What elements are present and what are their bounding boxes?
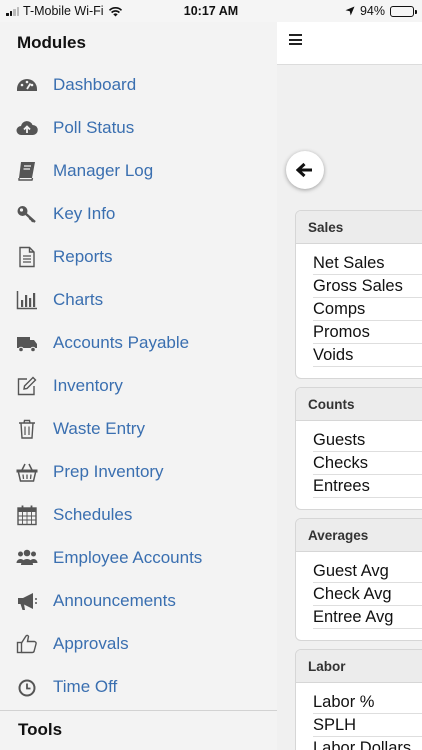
sidebar-item-poll-status[interactable]: Poll Status [0,108,277,148]
book-icon [18,162,35,181]
sidebar-item-dashboard[interactable]: Dashboard [0,65,277,105]
sidebar-item-label: Dashboard [53,75,137,94]
users-icon [16,549,38,565]
battery-icon [390,5,417,17]
calendar-icon [17,505,37,526]
hamburger-menu-icon[interactable] [289,34,302,45]
location-arrow-icon [345,6,355,16]
sidebar-item-label: Key Info [53,204,116,223]
card-row[interactable]: Guest Avg [313,560,422,583]
sidebar-item-label: Reports [53,247,113,266]
basket-icon [16,463,38,482]
sidebar-item-announcements[interactable]: Announcements [0,581,277,621]
sidebar-item-label: Employee Accounts [53,548,203,567]
sidebar-title: Modules [17,33,86,52]
card-row[interactable]: Check Avg [313,583,422,606]
top-bar [277,22,422,65]
sidebar-item-accounts-payable[interactable]: Accounts Payable [0,323,277,363]
sidebar-item-label: Charts [53,290,104,309]
sidebar-item-key-info[interactable]: Key Info [0,194,277,234]
card-row[interactable]: Labor Dollars [313,737,422,750]
document-icon [19,246,35,268]
card-header: Labor [296,650,422,683]
card-row[interactable]: Promos [313,321,422,344]
card-row[interactable]: Guests [313,429,422,452]
card-row[interactable]: Entrees [313,475,422,498]
clock-icon [18,679,36,697]
sidebar-item-label: Schedules [53,505,133,524]
card-row[interactable]: Entree Avg [313,606,422,629]
back-button[interactable] [286,151,324,189]
sidebar-item-reports[interactable]: Reports [0,237,277,277]
counts-card: Counts Guests Checks Entrees [295,387,422,510]
sales-card: Sales Net Sales Gross Sales Comps Promos… [295,210,422,379]
sidebar-item-inventory[interactable]: Inventory [0,366,277,406]
sidebar-item-label: Approvals [53,634,129,653]
sidebar-item-label: Waste Entry [53,419,145,438]
card-row[interactable]: Voids [313,344,422,367]
labor-card: Labor Labor % SPLH Labor Dollars [295,649,422,750]
tools-section-title[interactable]: Tools [18,720,62,740]
battery-percent: 94% [359,4,385,18]
card-row[interactable]: Labor % [313,691,422,714]
sidebar-item-schedules[interactable]: Schedules [0,495,277,535]
card-header: Averages [296,519,422,552]
card-row[interactable]: Net Sales [313,252,422,275]
sidebar-item-label: Manager Log [53,161,154,180]
sidebar-item-prep-inventory[interactable]: Prep Inventory [0,452,277,492]
truck-icon [17,337,37,353]
card-header: Sales [296,211,422,244]
trash-icon [19,419,35,439]
edit-icon [17,376,37,396]
card-row[interactable]: Checks [313,452,422,475]
sidebar-item-label: Accounts Payable [53,333,190,352]
status-right: 94% [345,4,417,18]
arrow-left-icon [296,162,312,178]
card-row[interactable]: SPLH [313,714,422,737]
sidebar-item-manager-log[interactable]: Manager Log [0,151,277,191]
averages-card: Averages Guest Avg Check Avg Entree Avg [295,518,422,641]
sidebar-item-label: Time Off [53,677,118,696]
card-header: Counts [296,388,422,421]
card-row[interactable]: Comps [313,298,422,321]
megaphone-icon [18,593,37,610]
sidebar-item-label: Prep Inventory [53,462,164,481]
sidebar-item-waste-entry[interactable]: Waste Entry [0,409,277,449]
sidebar-item-time-off[interactable]: Time Off [0,667,277,707]
bar-chart-icon [16,291,37,310]
status-bar: T-Mobile Wi-Fi 10:17 AM 94% [0,0,422,22]
card-row[interactable]: Gross Sales [313,275,422,298]
sidebar-item-charts[interactable]: Charts [0,280,277,320]
sidebar-divider [0,710,277,711]
sidebar-item-label: Inventory [53,376,123,395]
sidebar-item-approvals[interactable]: Approvals [0,624,277,664]
thumbs-up-icon [16,634,37,654]
cloud-upload-icon [16,121,38,135]
dashboard-icon [17,79,37,91]
sidebar-item-label: Poll Status [53,118,135,137]
sidebar-item-employee-accounts[interactable]: Employee Accounts [0,538,277,578]
sidebar-item-label: Announcements [53,591,176,610]
main-content: Sales Net Sales Gross Sales Comps Promos… [277,22,422,750]
sidebar: Modules Dashboard Poll Status Manager Lo… [0,22,277,750]
key-icon [17,206,36,223]
